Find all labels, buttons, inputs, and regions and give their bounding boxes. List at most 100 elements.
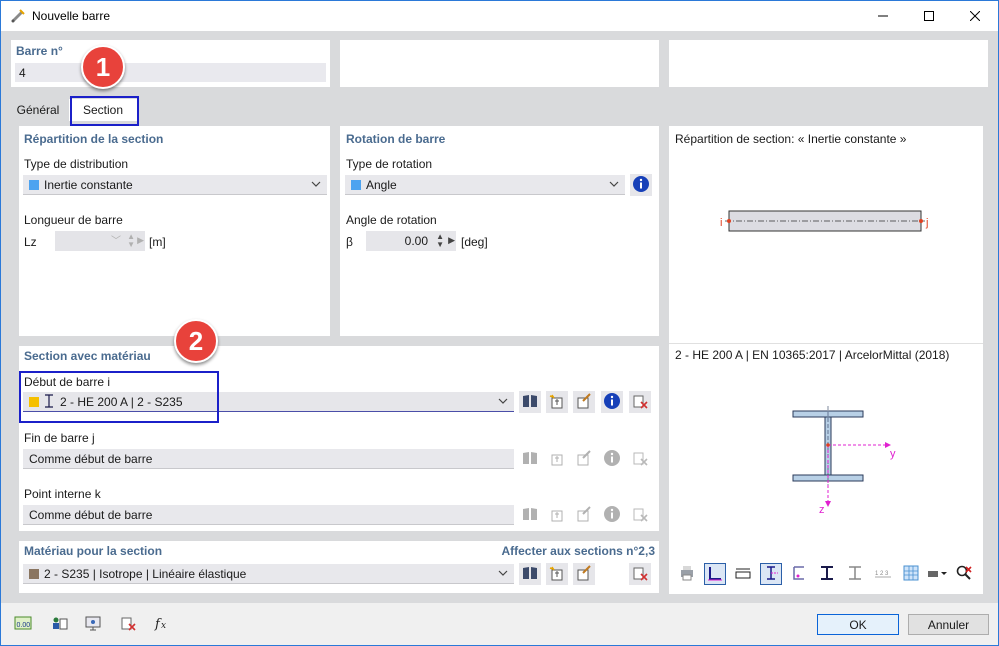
arrow-right-icon[interactable]: ▶ (448, 235, 455, 246)
length-symbol: Lz (24, 235, 37, 249)
show-axes-button[interactable] (760, 563, 782, 585)
delete-material-button[interactable] (629, 563, 651, 585)
ruler-icon (734, 564, 752, 585)
spinner-icon[interactable]: ▲ ▼ (127, 233, 135, 249)
monitor-icon (84, 614, 102, 635)
internal-info-button[interactable] (601, 504, 623, 526)
show-outline-button[interactable] (844, 563, 866, 585)
material-select[interactable]: 2 - S235 | Isotrope | Linéaire élastique (23, 564, 514, 584)
dimension-icon (706, 564, 724, 585)
delete-section-button[interactable] (629, 391, 651, 413)
new-icon (548, 564, 566, 585)
maximize-button[interactable] (906, 1, 952, 31)
member-number-value: 4 (19, 66, 26, 80)
print-options-dropdown[interactable] (925, 563, 949, 585)
member-rotation-panel: Rotation de barre Type de rotation Angle… (340, 126, 659, 336)
show-centroid-button[interactable] (788, 563, 810, 585)
search-close-icon (955, 564, 973, 585)
show-values-button[interactable] (732, 563, 754, 585)
print-preview-button[interactable] (676, 563, 698, 585)
material-title: Matériau pour la section (24, 544, 163, 558)
preview-panel: Répartition de section: « Inertie consta… (669, 126, 983, 566)
arrow-right-icon[interactable]: ▶ (137, 235, 144, 246)
divider (669, 343, 983, 344)
rotation-color-swatch (351, 180, 361, 190)
show-dimensions-button[interactable] (704, 563, 726, 585)
new-material-button[interactable] (546, 563, 568, 585)
member-end-label: Fin de barre j (24, 431, 95, 445)
delete-button[interactable] (117, 613, 139, 635)
rotation-info-button[interactable] (630, 174, 652, 196)
internal-point-label: Point interne k (24, 487, 101, 501)
new-icon (548, 392, 566, 413)
section-material-selection-panel: Matériau pour la section Affecter aux se… (19, 541, 659, 593)
numbering-icon: 1 2 3 (874, 564, 892, 585)
library-icon (521, 392, 539, 413)
info-settings-button[interactable] (48, 613, 70, 635)
chevron-down-icon (609, 177, 619, 191)
member-rotation-title: Rotation de barre (346, 132, 446, 146)
member-number-field[interactable]: 4 (15, 63, 326, 82)
member-diagram (725, 210, 925, 232)
end-delete-button[interactable] (629, 448, 651, 470)
close-button[interactable] (952, 1, 998, 31)
show-numbering-button[interactable]: 1 2 3 (872, 563, 894, 585)
edit-material-button[interactable] (573, 563, 595, 585)
view-button[interactable] (82, 613, 104, 635)
highlight-member-start (19, 371, 219, 423)
i-beam-section-diagram (792, 406, 891, 507)
tab-general[interactable]: Général (12, 99, 64, 121)
member-end-select[interactable]: Comme début de barre (23, 449, 514, 469)
internal-new-button[interactable] (546, 504, 568, 526)
internal-library-button[interactable] (519, 504, 541, 526)
edit-icon (575, 505, 593, 526)
distribution-type-label: Type de distribution (24, 157, 129, 171)
units-button[interactable]: 0.00 (12, 613, 34, 635)
printer-icon (678, 564, 696, 585)
axis-y-label: y (890, 448, 896, 460)
reset-view-button[interactable] (953, 563, 975, 585)
rotation-type-select[interactable]: Angle (345, 175, 625, 195)
rotation-angle-input[interactable]: 0.00 ▲ ▼ ▶ (366, 231, 456, 251)
printer-dropdown-icon (926, 564, 948, 585)
member-length-label: Longueur de barre (24, 213, 123, 227)
cancel-button[interactable]: Annuler (908, 614, 989, 635)
shear-center-icon (790, 564, 808, 585)
show-section-button[interactable] (816, 563, 838, 585)
delete-icon (631, 564, 649, 585)
i-outline-icon (846, 564, 864, 585)
minimize-button[interactable] (860, 1, 906, 31)
show-grid-button[interactable] (900, 563, 922, 585)
ok-button[interactable]: OK (817, 614, 899, 635)
rotation-angle-value: 0.00 (404, 234, 428, 248)
distribution-type-value: Inertie constante (44, 178, 133, 192)
member-length-input[interactable]: ﹀ ▲ ▼ ▶ (55, 231, 145, 251)
spinner-icon[interactable]: ▲ ▼ (436, 233, 444, 249)
section-library-button[interactable] (519, 391, 541, 413)
delete-icon (631, 392, 649, 413)
svg-text:1 2 3: 1 2 3 (875, 571, 889, 577)
end-library-button[interactable] (519, 448, 541, 470)
internal-edit-button[interactable] (573, 504, 595, 526)
material-library-button[interactable] (519, 563, 541, 585)
edit-section-button[interactable] (573, 391, 595, 413)
header-panel-middle (340, 40, 659, 87)
end-new-button[interactable] (546, 448, 568, 470)
distribution-type-select[interactable]: Inertie constante (23, 175, 327, 195)
edit-icon (575, 564, 593, 585)
end-edit-button[interactable] (573, 448, 595, 470)
formula-button[interactable]: fx (151, 613, 173, 635)
section-distribution-title: Répartition de la section (24, 132, 164, 146)
chevron-down-icon (498, 566, 508, 580)
section-info-button[interactable] (601, 391, 623, 413)
internal-delete-button[interactable] (629, 504, 651, 526)
info-icon (603, 449, 621, 470)
person-table-icon (50, 614, 68, 635)
node-j-label: j (926, 217, 929, 229)
new-section-button[interactable] (546, 391, 568, 413)
end-info-button[interactable] (601, 448, 623, 470)
internal-point-select[interactable]: Comme début de barre (23, 505, 514, 525)
step-badge-1: 1 (81, 45, 125, 89)
rotation-type-label: Type de rotation (346, 157, 433, 171)
window-title: Nouvelle barre (32, 9, 111, 23)
